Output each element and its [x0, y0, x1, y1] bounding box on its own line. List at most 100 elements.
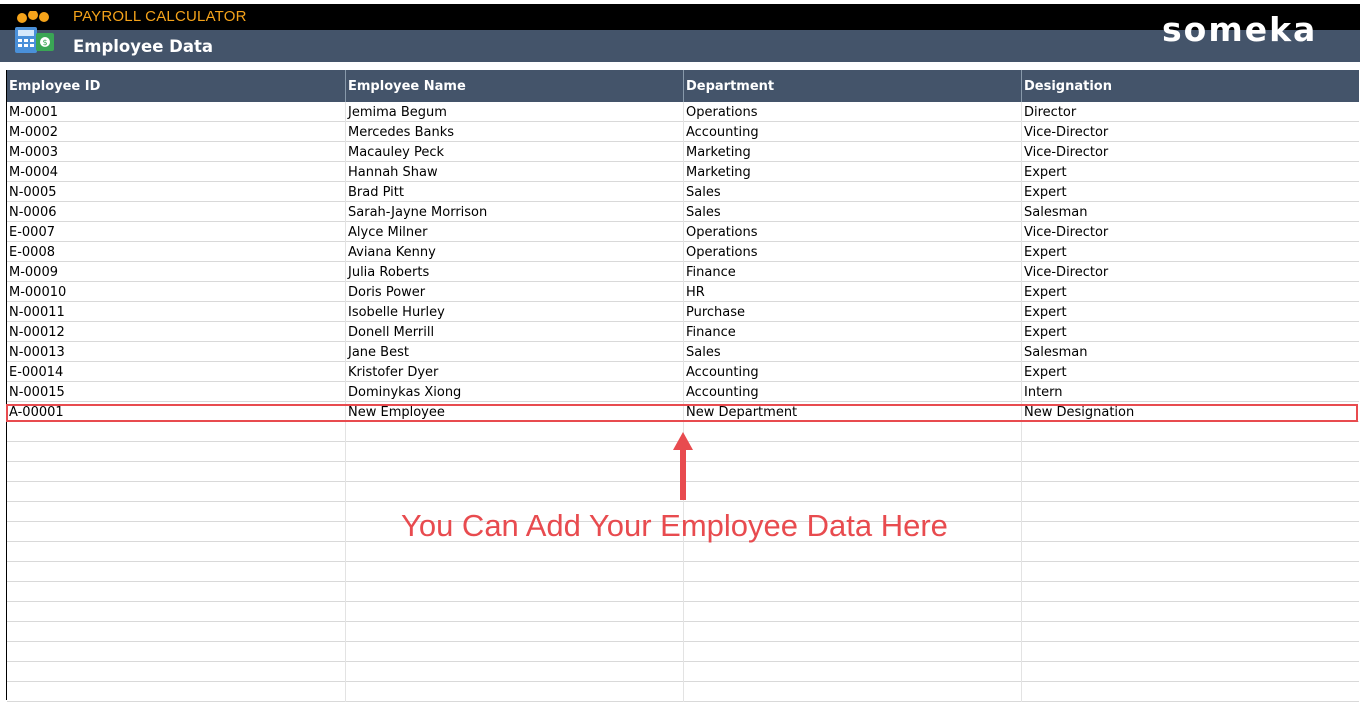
employee-id-cell[interactable]: M-0004: [7, 162, 345, 182]
department-cell[interactable]: Sales: [683, 182, 1021, 202]
department-cell[interactable]: [683, 622, 1021, 642]
employee-id-cell[interactable]: [7, 482, 345, 502]
department-cell[interactable]: [683, 422, 1021, 442]
table-row[interactable]: [7, 582, 1359, 602]
department-cell[interactable]: [683, 482, 1021, 502]
employee-name-cell[interactable]: [345, 482, 683, 502]
designation-cell[interactable]: [1021, 462, 1359, 482]
column-header-employee-name[interactable]: Employee Name: [345, 70, 683, 102]
employee-id-cell[interactable]: M-0003: [7, 142, 345, 162]
table-row[interactable]: [7, 682, 1359, 702]
employee-id-cell[interactable]: A-00001: [7, 402, 345, 422]
department-cell[interactable]: Operations: [683, 102, 1021, 122]
employee-id-cell[interactable]: E-00014: [7, 362, 345, 382]
table-row[interactable]: E-0008 Aviana Kenny Operations Expert: [7, 242, 1359, 262]
employee-id-cell[interactable]: [7, 682, 345, 702]
table-row[interactable]: M-0003 Macauley Peck Marketing Vice-Directo…: [7, 142, 1359, 162]
employee-id-cell[interactable]: E-0008: [7, 242, 345, 262]
employee-id-cell[interactable]: [7, 542, 345, 562]
employee-name-cell[interactable]: [345, 442, 683, 462]
department-cell[interactable]: HR: [683, 282, 1021, 302]
employee-name-cell[interactable]: New Employee: [345, 402, 683, 422]
designation-cell[interactable]: [1021, 562, 1359, 582]
table-row[interactable]: [7, 622, 1359, 642]
department-cell[interactable]: Purchase: [683, 302, 1021, 322]
designation-cell[interactable]: Vice-Director: [1021, 222, 1359, 242]
table-row[interactable]: N-00012 Donell Merrill Finance Expert: [7, 322, 1359, 342]
designation-cell[interactable]: [1021, 642, 1359, 662]
designation-cell[interactable]: [1021, 502, 1359, 522]
employee-name-cell[interactable]: [345, 542, 683, 562]
employee-name-cell[interactable]: [345, 562, 683, 582]
employee-id-cell[interactable]: [7, 662, 345, 682]
employee-name-cell[interactable]: Jane Best: [345, 342, 683, 362]
designation-cell[interactable]: [1021, 442, 1359, 462]
table-row[interactable]: M-0009 Julia Roberts Finance Vice-Director: [7, 262, 1359, 282]
employee-id-cell[interactable]: [7, 442, 345, 462]
designation-cell[interactable]: Expert: [1021, 362, 1359, 382]
department-cell[interactable]: Accounting: [683, 122, 1021, 142]
designation-cell[interactable]: [1021, 542, 1359, 562]
employee-name-cell[interactable]: [345, 602, 683, 622]
column-header-designation[interactable]: Designation: [1021, 70, 1359, 102]
employee-name-cell[interactable]: Doris Power: [345, 282, 683, 302]
department-cell[interactable]: Sales: [683, 342, 1021, 362]
designation-cell[interactable]: [1021, 622, 1359, 642]
column-header-employee-id[interactable]: Employee ID: [7, 70, 345, 102]
employee-id-cell[interactable]: N-00015: [7, 382, 345, 402]
designation-cell[interactable]: [1021, 682, 1359, 702]
employee-name-cell[interactable]: [345, 462, 683, 482]
column-header-department[interactable]: Department: [683, 70, 1021, 102]
employee-name-cell[interactable]: Donell Merrill: [345, 322, 683, 342]
employee-id-cell[interactable]: [7, 562, 345, 582]
table-row[interactable]: E-0007 Alyce Milner Operations Vice-Directo…: [7, 222, 1359, 242]
department-cell[interactable]: [683, 602, 1021, 622]
employee-name-cell[interactable]: Sarah-Jayne Morrison: [345, 202, 683, 222]
designation-cell[interactable]: Expert: [1021, 162, 1359, 182]
department-cell[interactable]: [683, 442, 1021, 462]
designation-cell[interactable]: Director: [1021, 102, 1359, 122]
employee-id-cell[interactable]: N-00013: [7, 342, 345, 362]
department-cell[interactable]: [683, 462, 1021, 482]
employee-id-cell[interactable]: [7, 502, 345, 522]
designation-cell[interactable]: New Designation: [1021, 402, 1359, 422]
employee-id-cell[interactable]: [7, 622, 345, 642]
employee-id-cell[interactable]: M-0002: [7, 122, 345, 142]
employee-name-cell[interactable]: Brad Pitt: [345, 182, 683, 202]
designation-cell[interactable]: Vice-Director: [1021, 142, 1359, 162]
designation-cell[interactable]: Expert: [1021, 182, 1359, 202]
department-cell[interactable]: Marketing: [683, 142, 1021, 162]
employee-id-cell[interactable]: M-00010: [7, 282, 345, 302]
department-cell[interactable]: [683, 662, 1021, 682]
employee-id-cell[interactable]: N-00011: [7, 302, 345, 322]
table-row[interactable]: N-00013 Jane Best Sales Salesman: [7, 342, 1359, 362]
employee-id-cell[interactable]: M-0009: [7, 262, 345, 282]
employee-name-cell[interactable]: [345, 682, 683, 702]
designation-cell[interactable]: [1021, 662, 1359, 682]
department-cell[interactable]: [683, 642, 1021, 662]
table-row[interactable]: [7, 642, 1359, 662]
employee-name-cell[interactable]: Kristofer Dyer: [345, 362, 683, 382]
employee-name-cell[interactable]: [345, 622, 683, 642]
department-cell[interactable]: [683, 562, 1021, 582]
designation-cell[interactable]: Expert: [1021, 302, 1359, 322]
employee-id-cell[interactable]: E-0007: [7, 222, 345, 242]
department-cell[interactable]: [683, 582, 1021, 602]
table-row[interactable]: N-00015 Dominykas Xiong Accounting Intern: [7, 382, 1359, 402]
table-row[interactable]: [7, 562, 1359, 582]
table-row[interactable]: N-0005 Brad Pitt Sales Expert: [7, 182, 1359, 202]
department-cell[interactable]: Finance: [683, 262, 1021, 282]
department-cell[interactable]: Operations: [683, 222, 1021, 242]
designation-cell[interactable]: Expert: [1021, 282, 1359, 302]
table-row[interactable]: [7, 662, 1359, 682]
employee-name-cell[interactable]: Mercedes Banks: [345, 122, 683, 142]
designation-cell[interactable]: Expert: [1021, 322, 1359, 342]
table-row[interactable]: M-0001 Jemima Begum Operations Director: [7, 102, 1359, 122]
employee-id-cell[interactable]: [7, 582, 345, 602]
table-row[interactable]: E-00014 Kristofer Dyer Accounting Expert: [7, 362, 1359, 382]
designation-cell[interactable]: [1021, 422, 1359, 442]
table-row[interactable]: N-0006 Sarah-Jayne Morrison Sales Salesman: [7, 202, 1359, 222]
employee-id-cell[interactable]: M-0001: [7, 102, 345, 122]
department-cell[interactable]: Marketing: [683, 162, 1021, 182]
employee-id-cell[interactable]: N-00012: [7, 322, 345, 342]
